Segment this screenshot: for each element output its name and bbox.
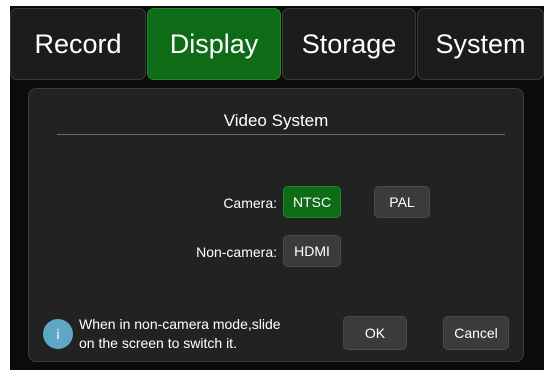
tab-display[interactable]: Display bbox=[147, 8, 281, 80]
info-icon: i bbox=[43, 319, 73, 349]
noncamera-label: Non-camera: bbox=[196, 244, 277, 260]
tab-bar: Record Display Storage System bbox=[10, 6, 544, 80]
title-divider bbox=[57, 134, 505, 135]
tab-record[interactable]: Record bbox=[10, 8, 146, 80]
ntsc-button[interactable]: NTSC bbox=[283, 186, 341, 218]
pal-button[interactable]: PAL bbox=[374, 186, 430, 218]
info-text-line-1: When in non-camera mode,slide bbox=[79, 316, 281, 332]
camera-label: Camera: bbox=[223, 195, 277, 211]
info-text: When in non-camera mode,slide on the scr… bbox=[79, 315, 319, 353]
hdmi-button[interactable]: HDMI bbox=[283, 235, 341, 267]
ok-button[interactable]: OK bbox=[343, 316, 407, 350]
screen: Record Display Storage System Video Syst… bbox=[10, 6, 544, 370]
info-text-line-2: on the screen to switch it. bbox=[79, 335, 237, 351]
dialog-title: Video System bbox=[223, 111, 329, 130]
video-system-dialog: Video System Camera: NTSC PAL Non-camera… bbox=[28, 88, 524, 362]
tab-storage[interactable]: Storage bbox=[282, 8, 416, 80]
cancel-button[interactable]: Cancel bbox=[443, 316, 509, 350]
tab-system[interactable]: System bbox=[417, 8, 544, 80]
